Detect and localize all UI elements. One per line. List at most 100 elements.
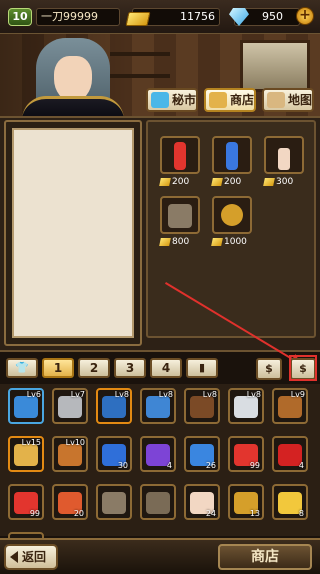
item-level: Lv8 [114, 390, 129, 399]
tab-1[interactable]: 1 [42, 358, 74, 378]
blue-pants-icon [146, 396, 170, 418]
nav-label: 秘市 [172, 93, 197, 107]
item-count: 4 [298, 461, 304, 470]
inventory-slot[interactable]: Lv8 [184, 388, 220, 424]
coat [22, 96, 124, 116]
inventory-slot[interactable]: Lv7 [52, 388, 88, 424]
item-count: 99 [29, 509, 40, 518]
player-level-badge: 10 [8, 8, 32, 26]
back-label: 返回 [22, 550, 47, 564]
gold-bars-icon [159, 238, 171, 246]
map-icon [267, 92, 285, 108]
inventory-slot[interactable]: Lv8 [140, 388, 176, 424]
shop-item[interactable]: 200 [159, 136, 200, 188]
tab-4[interactable]: 4 [150, 358, 182, 378]
page-title: 商店 [218, 544, 312, 570]
tab-2[interactable]: 2 [78, 358, 110, 378]
boots-icon [234, 396, 258, 418]
nav-label: 商店 [230, 93, 255, 107]
gem-counter: 950 [229, 8, 300, 26]
item-level: Lv8 [246, 390, 261, 399]
item-preview-panel [4, 120, 142, 346]
nav-shop-button[interactable]: 商店 [204, 88, 256, 112]
gold-value: 11756 [180, 10, 215, 23]
gold-bars-icon [125, 12, 151, 26]
compass-icon [212, 196, 252, 234]
candle-icon [264, 136, 304, 174]
price-label: 200 [211, 176, 252, 188]
pickaxe-icon [160, 196, 200, 234]
inventory-tabs: 👕 1 2 3 4 ▮ $ $ [0, 354, 320, 382]
inventory-slot[interactable]: 20 [52, 484, 88, 520]
top-bar: 10 一刀99999 11756 950 + [0, 0, 320, 34]
price-label: 200 [159, 176, 200, 188]
inventory-slot[interactable]: 26 [184, 436, 220, 472]
item-level: Lv10 [65, 438, 85, 447]
gold-bars-icon [263, 178, 275, 186]
item-count: 13 [249, 509, 260, 518]
red-potion-icon [160, 136, 200, 174]
gold-bars-icon [209, 92, 227, 108]
gold-counter: 11756 [125, 8, 220, 26]
pickaxe-icon [102, 492, 126, 514]
item-count: 24 [205, 509, 216, 518]
inventory-slot[interactable]: 13 [228, 484, 264, 520]
inventory-slot[interactable]: 8 [272, 484, 308, 520]
sell-button[interactable]: $ [256, 358, 282, 380]
inventory-slot[interactable]: Lv8 [228, 388, 264, 424]
blue-pants-icon [102, 396, 126, 418]
shopkeeper-portrait [18, 34, 128, 116]
item-level: Lv8 [158, 390, 173, 399]
nav-secret-market-button[interactable]: 秘市 [146, 88, 198, 112]
highlight-annotation [289, 355, 317, 381]
inventory-slot[interactable]: 99 [228, 436, 264, 472]
gold-bars-icon [211, 178, 223, 186]
inventory-slot[interactable] [140, 484, 176, 520]
gloves-icon [190, 396, 214, 418]
inventory-slot[interactable]: Lv10 [52, 436, 88, 472]
item-count: 26 [205, 461, 216, 470]
back-button[interactable]: 返回 [4, 544, 58, 570]
player-name: 一刀99999 [36, 8, 120, 26]
shop-item[interactable]: 800 [159, 196, 200, 248]
inventory-slot[interactable] [96, 484, 132, 520]
inventory-slot[interactable]: 30 [96, 436, 132, 472]
inventory-slot[interactable]: Lv8 [96, 388, 132, 424]
item-count: 8 [298, 509, 304, 518]
inventory-slot[interactable]: Lv15 [8, 436, 44, 472]
inventory-slot[interactable]: Lv6 [8, 388, 44, 424]
shop-item[interactable]: 300 [263, 136, 304, 188]
inventory-slot[interactable]: 99 [8, 484, 44, 520]
tab-equipment[interactable]: 👕 [6, 358, 38, 378]
blue-potion-icon [212, 136, 252, 174]
ring-icon [14, 444, 38, 466]
inventory-grid: Lv6 Lv7 Lv8 Lv8 Lv8 Lv8 Lv9 Lv15 Lv10 30 4 26 99 4 99 2… [0, 384, 320, 568]
diamond-icon [229, 8, 249, 26]
item-count: 20 [73, 509, 84, 518]
nav-map-button[interactable]: 地图 [262, 88, 314, 112]
tab-book[interactable]: ▮ [186, 358, 218, 378]
pickaxe-icon [146, 492, 170, 514]
shop-item[interactable]: 200 [211, 136, 252, 188]
necklace-icon [58, 444, 82, 466]
add-currency-button[interactable]: + [296, 7, 314, 25]
inventory-slot[interactable]: Lv9 [272, 388, 308, 424]
shop-items-panel: 200 200 300 800 1000 [146, 120, 316, 338]
item-count: 4 [166, 461, 172, 470]
item-preview-area [12, 128, 134, 338]
window-decoration [240, 40, 310, 92]
blue-sword-icon [14, 396, 38, 418]
item-level: Lv9 [290, 390, 305, 399]
diamond-icon [151, 92, 169, 108]
bag-icon [278, 396, 302, 418]
inventory-slot[interactable]: 4 [272, 436, 308, 472]
shop-item[interactable]: 1000 [211, 196, 252, 248]
price-label: 300 [263, 176, 304, 188]
gold-bars-icon [159, 178, 171, 186]
tab-3[interactable]: 3 [114, 358, 146, 378]
nav-label: 地图 [288, 93, 313, 107]
inventory-slot[interactable]: 4 [140, 436, 176, 472]
inventory-slot[interactable]: 24 [184, 484, 220, 520]
bottom-bar: 返回 商店 [0, 538, 320, 574]
item-level: Lv8 [202, 390, 217, 399]
